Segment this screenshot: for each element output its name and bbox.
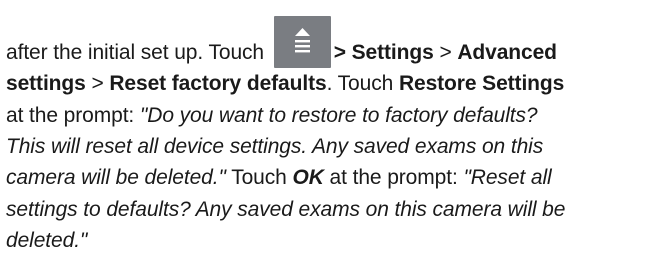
- advanced-settings-path: Advanced: [457, 41, 557, 64]
- instruction-text: at the prompt:: [323, 166, 464, 189]
- instruction-text: at the prompt:: [6, 104, 140, 127]
- restore-settings-label: Restore Settings: [398, 72, 565, 95]
- reset-prompt-quote: deleted.": [6, 229, 88, 252]
- menu-button-icon: [273, 16, 331, 68]
- advanced-settings-path-cont: settings: [6, 72, 86, 95]
- settings-path: > Settings: [333, 41, 434, 64]
- ok-label: OK: [292, 166, 324, 189]
- paragraph-line-2: settings > Reset factory defaults. Touch…: [6, 68, 564, 99]
- paragraph-line-4: This will reset all device settings. Any…: [6, 131, 543, 162]
- paragraph-line-6: settings to defaults? Any saved exams on…: [6, 194, 565, 225]
- restore-prompt-quote: This will reset all device settings. Any…: [6, 135, 544, 158]
- paragraph-line-1: after the initial set up. Touch > Settin…: [6, 16, 557, 68]
- reset-prompt-quote: settings to defaults? Any saved exams on…: [6, 198, 566, 221]
- reset-factory-defaults-path: Reset factory defaults: [109, 72, 327, 95]
- instruction-text: Touch: [225, 166, 293, 189]
- paragraph-line-5: camera will be deleted." Touch OK at the…: [6, 162, 552, 193]
- paragraph-line-3: at the prompt: "Do you want to restore t…: [6, 100, 538, 131]
- path-separator: >: [85, 72, 110, 95]
- reset-prompt-quote: "Reset all: [463, 166, 552, 189]
- instruction-text: after the initial set up. Touch: [6, 41, 270, 64]
- paragraph-line-7: deleted.": [6, 225, 87, 256]
- eject-menu-icon: [294, 28, 310, 53]
- restore-prompt-quote: camera will be deleted.": [6, 166, 226, 189]
- instruction-text: . Touch: [326, 72, 399, 95]
- restore-prompt-quote: "Do you want to restore to factory defau…: [139, 104, 538, 127]
- path-separator: >: [433, 41, 458, 64]
